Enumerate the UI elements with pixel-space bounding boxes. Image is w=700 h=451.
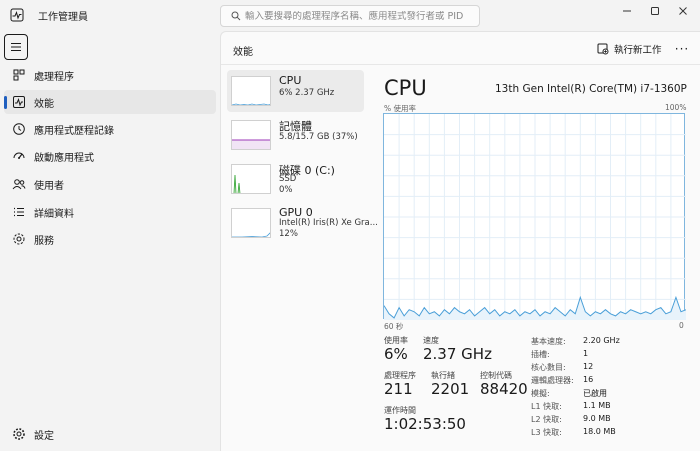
disk-thumbnail-graph <box>233 174 241 193</box>
x-axis-left: 60 秒 <box>384 322 404 331</box>
cpu-utilization-graph <box>383 113 686 320</box>
cpu-thumbnail <box>231 76 271 106</box>
device-sub: SSD <box>279 174 297 184</box>
close-icon <box>679 7 687 15</box>
disk-thumbnail <box>231 164 271 194</box>
minimize-icon <box>623 10 631 12</box>
run-new-task-button[interactable]: 執行新工作 <box>597 42 662 56</box>
search-icon <box>231 11 241 21</box>
history-icon <box>13 123 25 135</box>
close-button[interactable] <box>668 0 698 22</box>
nav-item-services[interactable]: 服務 <box>4 227 216 251</box>
title-bar: 工作管理員 <box>0 0 700 30</box>
maximize-icon <box>651 7 659 15</box>
spec-value: 2.20 GHz <box>583 336 620 345</box>
utilization-value: 6% <box>384 345 408 363</box>
page-title: 效能 <box>233 47 253 58</box>
spec-value: 1.1 MB <box>583 401 611 410</box>
search-input[interactable] <box>245 10 475 22</box>
y-axis-max: 100% <box>665 103 687 112</box>
speed-value: 2.37 GHz <box>423 345 492 363</box>
device-name: CPU <box>279 74 302 87</box>
startup-icon <box>13 152 25 159</box>
spec-value: 18.0 MB <box>583 427 616 436</box>
spec-key: 核心數目: <box>531 363 566 372</box>
nav-label: 服務 <box>34 236 54 247</box>
detail-title: CPU <box>384 76 427 100</box>
processes-value: 211 <box>384 380 413 398</box>
spec-value: 1 <box>583 349 589 358</box>
nav-item-settings[interactable]: 設定 <box>4 422 216 446</box>
header-divider <box>221 64 700 65</box>
search-box[interactable] <box>220 5 480 27</box>
spec-key: 基本速度: <box>531 337 566 346</box>
run-task-icon <box>597 43 609 55</box>
spec-value: 12 <box>583 362 594 371</box>
cpu-model: 13th Gen Intel(R) Core(TM) i7-1360P <box>495 83 687 95</box>
minimize-button[interactable] <box>612 0 642 22</box>
nav-label: 使用者 <box>34 181 64 192</box>
nav-item-app-history[interactable]: 應用程式歷程記錄 <box>4 117 216 141</box>
spec-value: 9.0 MB <box>583 414 611 423</box>
device-item-cpu[interactable]: CPU 6% 2.37 GHz <box>227 70 364 112</box>
users-icon <box>12 179 26 190</box>
maximize-button[interactable] <box>640 0 670 22</box>
hamburger-menu-button[interactable] <box>4 34 28 60</box>
list-icon <box>14 207 24 217</box>
nav-item-performance[interactable]: 效能 <box>4 90 216 114</box>
cpu-graph-svg <box>384 114 686 320</box>
nav-label: 詳細資料 <box>34 209 74 220</box>
spec-value: 16 <box>583 375 594 384</box>
gear-icon <box>13 428 25 440</box>
spec-key: 模擬: <box>531 389 550 398</box>
nav-label: 效能 <box>34 99 54 110</box>
cpu-thumbnail-graph <box>232 103 270 105</box>
device-item-gpu[interactable]: GPU 0 Intel(R) Iris(R) Xe Gra... 12% <box>227 202 378 244</box>
spec-key: L2 快取: <box>531 415 562 424</box>
device-sub: Intel(R) Iris(R) Xe Gra... <box>279 218 378 228</box>
nav-label: 啟動應用程式 <box>34 153 94 164</box>
memory-thumbnail <box>231 120 271 150</box>
main-panel: 效能 執行新工作 ··· CPU 6% 2.37 GHz 記憶體 5.8/15.… <box>220 31 700 451</box>
gpu-thumbnail-graph <box>232 232 270 237</box>
spec-key: L1 快取: <box>531 402 562 411</box>
nav-label: 應用程式歷程記錄 <box>34 126 114 137</box>
nav-item-users[interactable]: 使用者 <box>4 172 216 196</box>
hamburger-icon <box>11 43 21 51</box>
settings-label: 設定 <box>34 431 54 442</box>
spec-key: 插槽: <box>531 350 550 359</box>
nav-label: 處理程序 <box>34 72 74 83</box>
memory-thumbnail-graph <box>232 139 270 149</box>
gpu-thumbnail <box>231 208 271 238</box>
nav-item-startup-apps[interactable]: 啟動應用程式 <box>4 144 216 168</box>
spec-value: 已啟用 <box>583 389 607 398</box>
spec-key: 邏輯處理器: <box>531 376 574 385</box>
window-title: 工作管理員 <box>38 12 88 23</box>
services-icon <box>13 233 25 245</box>
x-axis-right: 0 <box>679 321 684 330</box>
device-sub: 5.8/15.7 GB (37%) <box>279 132 358 142</box>
more-options-button[interactable]: ··· <box>671 38 693 60</box>
nav-item-details[interactable]: 詳細資料 <box>4 200 216 224</box>
task-manager-icon <box>10 8 24 22</box>
device-item-disk[interactable]: 磁碟 0 (C:) SSD 0% <box>227 158 364 200</box>
device-sub: 6% 2.37 GHz <box>279 88 335 98</box>
grid-icon <box>13 69 25 81</box>
device-sub: 12% <box>279 229 298 239</box>
threads-value: 2201 <box>431 380 470 398</box>
nav-item-processes[interactable]: 處理程序 <box>4 63 216 87</box>
performance-icon <box>13 96 25 108</box>
run-task-label: 執行新工作 <box>614 45 662 56</box>
handles-value: 88420 <box>480 380 528 398</box>
spec-key: L3 快取: <box>531 428 562 437</box>
device-sub: 0% <box>279 185 293 195</box>
uptime-value: 1:02:53:50 <box>384 415 466 433</box>
device-item-memory[interactable]: 記憶體 5.8/15.7 GB (37%) <box>227 114 364 156</box>
